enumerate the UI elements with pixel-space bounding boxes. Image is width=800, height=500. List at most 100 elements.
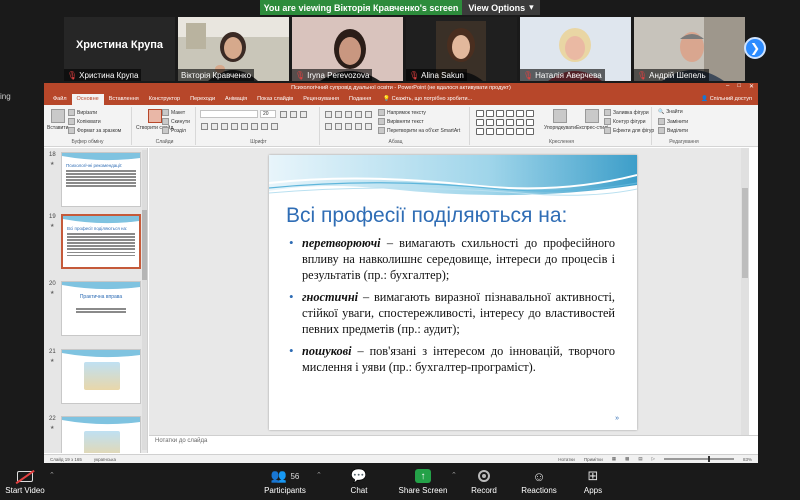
- cut-button[interactable]: Вирізати: [68, 109, 97, 116]
- participant-tile[interactable]: Христина Крупа 🎙 Христина Крупа: [64, 17, 175, 81]
- align-left-icon[interactable]: [325, 123, 332, 130]
- view-options-button[interactable]: View Options ▾: [462, 0, 540, 15]
- shape-icon[interactable]: [506, 119, 514, 126]
- slide-body-text[interactable]: перетворюючі – вимагають схильності до п…: [289, 235, 615, 381]
- shape-effects-button[interactable]: Ефекти для фігур: [604, 127, 654, 134]
- line-spacing-icon[interactable]: [365, 111, 372, 118]
- text-direction-button[interactable]: Напрямок тексту: [378, 109, 426, 116]
- align-center-icon[interactable]: [335, 123, 342, 130]
- scrollbar-thumb[interactable]: [742, 188, 748, 278]
- spacing-icon[interactable]: [251, 123, 258, 130]
- reading-view-icon[interactable]: ▤: [638, 456, 642, 462]
- shape-icon[interactable]: [486, 128, 494, 135]
- columns-icon[interactable]: [365, 123, 372, 130]
- tab-review[interactable]: Рецензування: [298, 94, 344, 105]
- next-participants-page-button[interactable]: ❯: [744, 37, 766, 59]
- font-color-icon[interactable]: [271, 123, 278, 130]
- grow-font-icon[interactable]: [280, 111, 287, 118]
- shape-icon[interactable]: [516, 119, 524, 126]
- zoom-slider-thumb[interactable]: [707, 456, 710, 462]
- replace-button[interactable]: Замінити: [658, 118, 688, 125]
- shadow-icon[interactable]: [241, 123, 248, 130]
- justify-icon[interactable]: [355, 123, 362, 130]
- current-slide[interactable]: Всі професії поділяються на: перетворююч…: [269, 155, 637, 430]
- shape-icon[interactable]: [506, 110, 514, 117]
- shape-icon[interactable]: [476, 119, 484, 126]
- shape-fill-button[interactable]: Заливка фігури: [604, 109, 649, 116]
- shape-icon[interactable]: [526, 110, 534, 117]
- align-text-button[interactable]: Вирівняти текст: [378, 118, 424, 125]
- tab-animations[interactable]: Анімація: [220, 94, 252, 105]
- participant-tile-active-speaker[interactable]: Вікторія Кравченко: [178, 17, 289, 81]
- find-button[interactable]: 🔍 Знайти: [658, 109, 683, 115]
- participants-caret-icon[interactable]: ⌃: [316, 471, 322, 479]
- bullets-icon[interactable]: [325, 111, 332, 118]
- thumbnail-image[interactable]: [61, 416, 141, 453]
- minimize-icon[interactable]: –: [726, 83, 729, 90]
- slide-thumbnails-pane[interactable]: 18 ★ Психологічні рекомендації: 19 ★ Всі…: [44, 148, 148, 453]
- participant-tile[interactable]: 🎙 Alina Sakun: [406, 17, 517, 81]
- reset-button[interactable]: Скинути: [162, 118, 190, 125]
- normal-view-icon[interactable]: ▦: [612, 456, 616, 462]
- font-family-select[interactable]: [200, 110, 258, 118]
- shape-icon[interactable]: [486, 110, 494, 117]
- slide-editing-area[interactable]: Всі професії поділяються на: перетворююч…: [149, 148, 749, 435]
- case-icon[interactable]: [261, 123, 268, 130]
- shape-outline-button[interactable]: Контур фігури: [604, 118, 645, 125]
- tab-view[interactable]: Подання: [344, 94, 376, 105]
- notes-toggle[interactable]: Нотатки: [558, 457, 575, 462]
- share-screen-button[interactable]: ↑ Share Screen: [396, 467, 450, 499]
- close-icon[interactable]: ✕: [749, 83, 754, 90]
- shape-icon[interactable]: [526, 119, 534, 126]
- shape-icon[interactable]: [516, 110, 524, 117]
- comments-toggle[interactable]: Примітки: [584, 457, 603, 462]
- shapes-gallery[interactable]: [476, 110, 534, 135]
- strikethrough-icon[interactable]: [231, 123, 238, 130]
- tab-slideshow[interactable]: Показ слайдів: [252, 94, 298, 105]
- shape-icon[interactable]: [506, 128, 514, 135]
- participant-tile[interactable]: 🎙 Наталія Аверчева: [520, 17, 631, 81]
- tab-design[interactable]: Конструктор: [144, 94, 185, 105]
- maximize-icon[interactable]: □: [737, 83, 741, 90]
- thumbnail-image[interactable]: [61, 349, 141, 404]
- video-options-caret-icon[interactable]: ⌃: [49, 471, 55, 479]
- shape-icon[interactable]: [476, 110, 484, 117]
- share-options-caret-icon[interactable]: ⌃: [451, 471, 457, 479]
- notes-pane[interactable]: Нотатки до слайда: [149, 435, 758, 447]
- reactions-button[interactable]: ☺ Reactions: [518, 467, 560, 499]
- decrease-indent-icon[interactable]: [345, 111, 352, 118]
- slide-title[interactable]: Всі професії поділяються на:: [286, 204, 567, 228]
- arrange-button[interactable]: Упорядкувати: [544, 109, 576, 131]
- scrollbar-thumb[interactable]: [142, 210, 147, 280]
- tab-file[interactable]: Файл: [48, 94, 72, 105]
- paste-button[interactable]: Вставити: [47, 109, 68, 131]
- shrink-font-icon[interactable]: [290, 111, 297, 118]
- participant-tile[interactable]: 🎙 Андрій Шепель: [634, 17, 745, 81]
- convert-smartart-button[interactable]: Перетворити на об'єкт SmartArt: [378, 127, 460, 134]
- sorter-view-icon[interactable]: ▩: [625, 456, 629, 462]
- zoom-slider[interactable]: [663, 456, 734, 462]
- language-indicator[interactable]: українська: [94, 457, 116, 462]
- tab-transitions[interactable]: Переходи: [185, 94, 220, 105]
- start-video-button[interactable]: Start Video: [2, 467, 48, 499]
- bold-icon[interactable]: [201, 123, 208, 130]
- participants-button[interactable]: 👥 56 Participants: [258, 467, 312, 499]
- thumbnail-image[interactable]: Практична вправа: [61, 281, 141, 336]
- format-painter-button[interactable]: Формат за зразком: [68, 127, 121, 134]
- shape-icon[interactable]: [486, 119, 494, 126]
- apps-button[interactable]: ⊞ Apps: [578, 467, 608, 499]
- tab-home[interactable]: Основне: [71, 94, 104, 105]
- italic-icon[interactable]: [211, 123, 218, 130]
- record-button[interactable]: Record: [466, 467, 502, 499]
- chat-button[interactable]: 💬 Chat: [342, 467, 376, 499]
- shape-icon[interactable]: [516, 128, 524, 135]
- layout-button[interactable]: Макет: [162, 109, 185, 116]
- underline-icon[interactable]: [221, 123, 228, 130]
- section-button[interactable]: Розділ: [162, 127, 186, 134]
- thumbnail-image-selected[interactable]: Всі професії поділяються на:: [61, 214, 141, 269]
- thumbnail-image[interactable]: Психологічні рекомендації:: [61, 152, 141, 207]
- font-size-select[interactable]: 20: [260, 110, 276, 118]
- shape-icon[interactable]: [496, 110, 504, 117]
- participant-tile[interactable]: 🎙 Iryna Perevozova: [292, 17, 403, 81]
- copy-button[interactable]: Копіювати: [68, 118, 101, 125]
